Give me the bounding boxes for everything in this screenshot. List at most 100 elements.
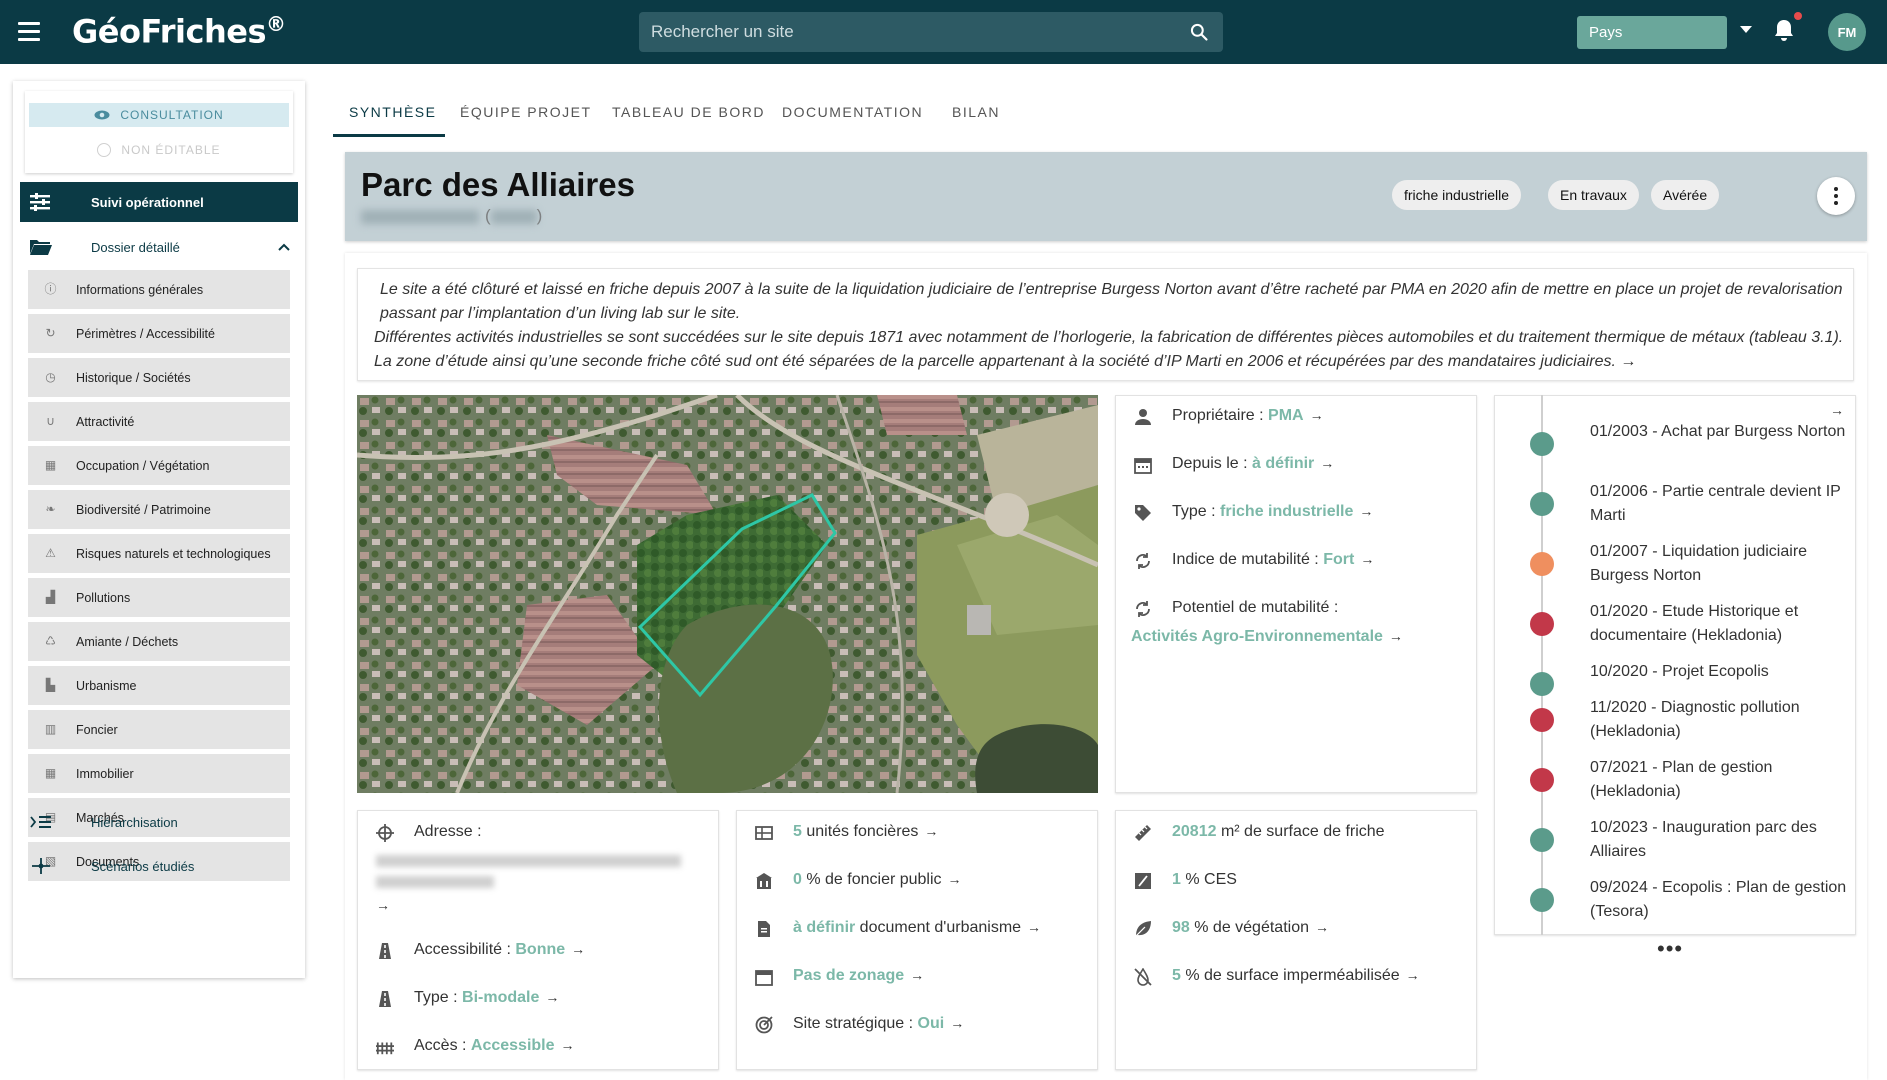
arrow-right-icon[interactable]: →: [1830, 402, 1844, 418]
strategic-value[interactable]: Oui: [918, 1015, 945, 1032]
sidebar-item-hierarchisation[interactable]: Hiérarchisation: [20, 804, 298, 840]
sidebar-subitem-0[interactable]: ⓘ Informations générales: [28, 270, 290, 309]
sidebar-subitem-2[interactable]: ◷ Historique / Sociétés: [28, 358, 290, 397]
sidebar-subitem-label: Historique / Sociétés: [76, 370, 191, 385]
entry-value[interactable]: Accessible: [471, 1037, 555, 1054]
arrow-right-icon[interactable]: →: [1315, 919, 1329, 935]
timeline-dot[interactable]: [1530, 552, 1554, 576]
owner-value[interactable]: PMA: [1268, 407, 1304, 424]
timeline-dot[interactable]: [1530, 768, 1554, 792]
timeline-dot[interactable]: [1530, 888, 1554, 912]
tab-equipe-projet[interactable]: ÉQUIPE PROJET: [460, 104, 592, 120]
surface-card: 20812 m² de surface de friche 1 % CES 98…: [1115, 810, 1477, 1070]
urban-doc-value[interactable]: à définir: [793, 919, 855, 936]
country-select[interactable]: Pays: [1577, 16, 1727, 49]
sidebar-subitem-6[interactable]: ⚠ Risques naturels et technologiques: [28, 534, 290, 573]
arrow-right-icon[interactable]: →: [376, 897, 390, 913]
zoning-value[interactable]: Pas de zonage: [793, 967, 904, 984]
arrow-right-icon[interactable]: →: [1320, 455, 1334, 471]
water-off-icon: [1134, 968, 1152, 986]
leaf-icon: [1135, 921, 1151, 937]
arrows-move-icon: [32, 858, 50, 874]
city-icon: ▙: [45, 678, 56, 692]
description-paragraph-1: Le site a été clôturé et laissé en frich…: [380, 281, 1843, 322]
sidebar-subitem-7[interactable]: ▟ Pollutions: [28, 578, 290, 617]
person-icon: [1135, 409, 1151, 425]
timeline-dot[interactable]: [1530, 612, 1554, 636]
app-logo[interactable]: GéoFriches®: [72, 12, 286, 51]
timeline-event: 01/2006 - Partie centrale devient IP Mar…: [1590, 483, 1841, 524]
potential-value-row: Activités Agro-Environnementale →: [1131, 628, 1403, 646]
mutability-value[interactable]: Fort: [1323, 551, 1354, 568]
notification-bell-icon[interactable]: [1772, 18, 1796, 44]
access-type-value[interactable]: Bi-modale: [462, 989, 539, 1006]
arrow-right-icon[interactable]: →: [1406, 967, 1420, 983]
sidebar-subitem-label: Immobilier: [76, 766, 134, 781]
arrow-right-icon[interactable]: →: [545, 989, 559, 1005]
magnet-icon: ∪: [46, 414, 55, 428]
sidebar-subitem-5[interactable]: ❧ Biodiversité / Patrimoine: [28, 490, 290, 529]
arrow-right-icon[interactable]: →: [571, 941, 585, 957]
arrow-right-icon[interactable]: →: [910, 967, 924, 983]
arrow-right-icon[interactable]: →: [1360, 551, 1374, 567]
timeline-dot[interactable]: [1530, 708, 1554, 732]
ruler-icon: [1135, 825, 1151, 841]
sync-icon: [1136, 553, 1150, 569]
arrow-right-icon[interactable]: →: [1359, 503, 1373, 519]
tab-tableau-de-bord[interactable]: TABLEAU DE BORD: [612, 104, 765, 120]
sidebar-subitem-4[interactable]: ▦ Occupation / Végétation: [28, 446, 290, 485]
user-avatar[interactable]: FM: [1828, 13, 1866, 51]
arrow-right-icon[interactable]: →: [950, 1015, 964, 1031]
sidebar-subitem-8[interactable]: ♺ Amiante / Déchets: [28, 622, 290, 661]
timeline-dot[interactable]: [1530, 492, 1554, 516]
sidebar-subitem-11[interactable]: ▦ Immobilier: [28, 754, 290, 793]
since-value[interactable]: à définir: [1252, 455, 1314, 472]
address-redacted: [376, 855, 681, 888]
arrow-right-icon[interactable]: →: [1310, 407, 1324, 423]
mode-consultation-button[interactable]: CONSULTATION: [29, 103, 289, 127]
road-icon: [379, 991, 391, 1007]
timeline-dot[interactable]: [1530, 828, 1554, 852]
arrow-right-icon[interactable]: →: [924, 823, 938, 839]
history-icon: ◷: [45, 370, 56, 384]
menu-icon[interactable]: [18, 22, 40, 42]
status-chip-pollution[interactable]: Avérée: [1651, 180, 1720, 210]
tab-bilan[interactable]: BILAN: [952, 104, 1000, 120]
sidebar-item-suivi-operationnel[interactable]: Suivi opérationnel: [20, 182, 298, 222]
more-vert-icon[interactable]: [1817, 177, 1855, 215]
chevron-up-icon[interactable]: [278, 241, 290, 253]
timeline-dot[interactable]: [1530, 432, 1554, 456]
top-app-bar: GéoFriches® Pays FM: [0, 0, 1887, 64]
page-title: Parc des Alliaires: [361, 166, 635, 203]
site-aerial-map[interactable]: [357, 395, 1098, 793]
timeline-dot[interactable]: [1530, 672, 1554, 696]
sidebar-item-dossier-detaille[interactable]: Dossier détaillé: [20, 227, 298, 267]
arrow-right-icon[interactable]: →: [1620, 353, 1636, 370]
chevron-down-icon[interactable]: [1740, 26, 1752, 33]
sidebar-item-scenarios[interactable]: Scénarios étudiés: [20, 848, 298, 884]
search-input[interactable]: [651, 22, 1171, 42]
mode-non-editable-button[interactable]: NON ÉDITABLE: [29, 139, 289, 161]
search-icon[interactable]: [1189, 22, 1209, 42]
crosshair-icon: [376, 824, 394, 842]
arrow-right-icon[interactable]: →: [948, 871, 962, 887]
more-horiz-icon[interactable]: •••: [1657, 936, 1683, 962]
sidebar-subitem-1[interactable]: ↻ Périmètres / Accessibilité: [28, 314, 290, 353]
status-chip-state[interactable]: En travaux: [1548, 180, 1639, 210]
mode-non-editable-label: NON ÉDITABLE: [121, 143, 221, 157]
tab-synthese[interactable]: SYNTHÈSE: [349, 104, 436, 120]
arrow-right-icon[interactable]: →: [1027, 919, 1041, 935]
status-chip-type[interactable]: friche industrielle: [1392, 180, 1522, 210]
percent-icon: [1135, 873, 1151, 889]
block-icon: [97, 143, 112, 157]
arrow-right-icon[interactable]: →: [561, 1037, 575, 1053]
tab-documentation[interactable]: DOCUMENTATION: [782, 104, 923, 120]
sidebar-subitem-10[interactable]: ▥ Foncier: [28, 710, 290, 749]
potential-value[interactable]: Activités Agro-Environnementale: [1131, 628, 1383, 645]
arrow-right-icon[interactable]: →: [1389, 628, 1403, 644]
sidebar-subitem-9[interactable]: ▙ Urbanisme: [28, 666, 290, 705]
document-icon: [758, 921, 770, 937]
type-value[interactable]: friche industrielle: [1220, 503, 1353, 520]
accessibility-value[interactable]: Bonne: [515, 941, 565, 958]
sidebar-subitem-3[interactable]: ∪ Attractivité: [28, 402, 290, 441]
